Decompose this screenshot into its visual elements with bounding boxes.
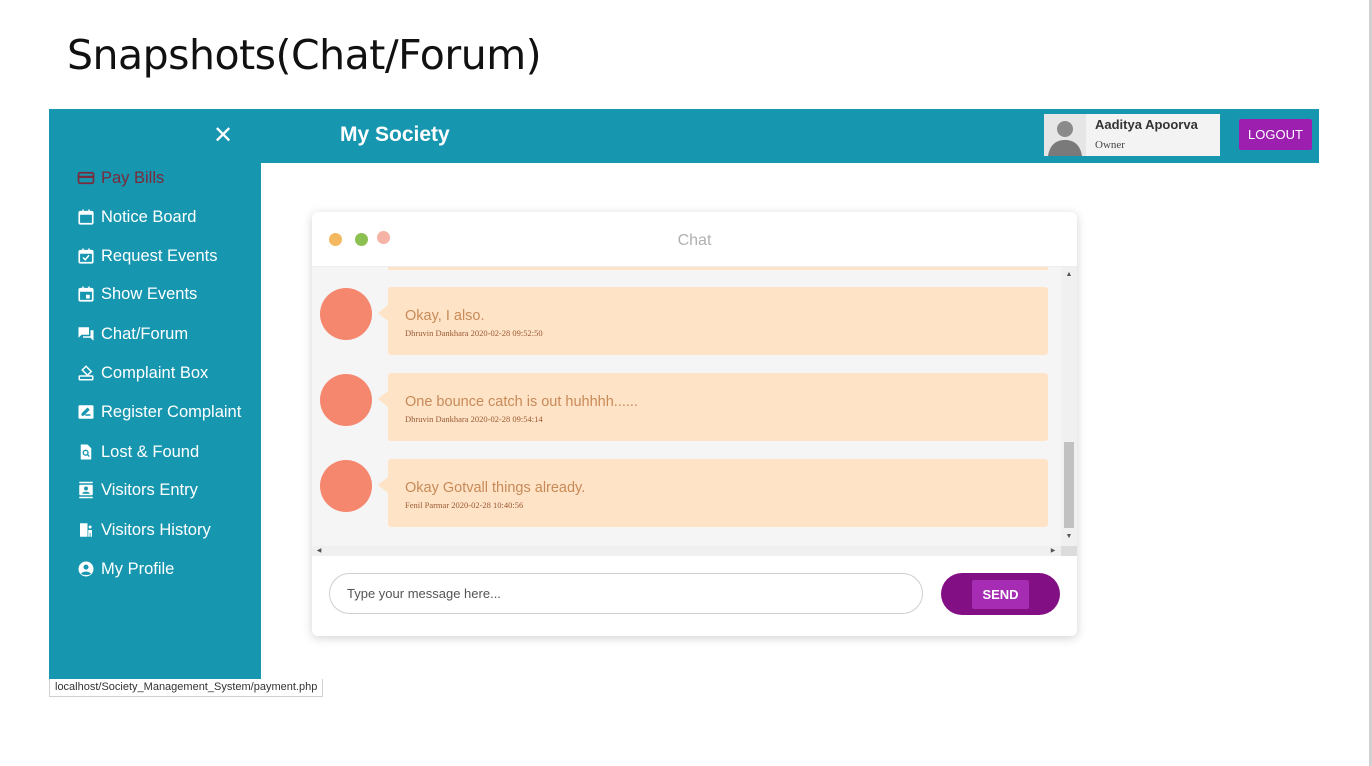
message-meta: Fenil Parmar 2020-02-28 10:40:56 bbox=[405, 500, 524, 510]
scrollbar-corner bbox=[1061, 546, 1077, 556]
account-circle-icon bbox=[77, 560, 95, 578]
sidebar-item-lost-found[interactable]: Lost & Found bbox=[77, 440, 199, 464]
sidebar-item-visitors-history[interactable]: Visitors History bbox=[77, 518, 211, 542]
clipboard-hand-icon bbox=[77, 364, 95, 382]
message-bubble: One bounce catch is out huhhhh...... Dhr… bbox=[378, 373, 1048, 441]
user-card: Aaditya Apoorva Owner bbox=[1044, 114, 1220, 156]
user-name: Aaditya Apoorva bbox=[1095, 117, 1198, 132]
sidebar: Pay Bills Notice Board Request Events Sh… bbox=[49, 163, 261, 679]
door-person-icon bbox=[77, 521, 95, 539]
sidebar-item-notice-board[interactable]: Notice Board bbox=[77, 205, 196, 229]
calendar-check-icon bbox=[77, 247, 95, 265]
message-bubble: Okay, I also. Dhruvin Dankhara 2020-02-2… bbox=[378, 287, 1048, 355]
message-avatar bbox=[320, 460, 372, 512]
sidebar-item-my-profile[interactable]: My Profile bbox=[77, 557, 174, 581]
horizontal-scrollbar[interactable]: ◀ ▶ bbox=[312, 546, 1061, 556]
sidebar-item-label: Notice Board bbox=[101, 207, 197, 226]
sidebar-item-label: My Profile bbox=[101, 559, 175, 578]
message-bubble: Okay Gotvall things already. Fenil Parma… bbox=[378, 459, 1048, 527]
scroll-down-arrow-icon[interactable]: ▼ bbox=[1061, 531, 1077, 543]
chat-panel: Chat Okay, I also. Dhruvin Dankhara 2020… bbox=[312, 212, 1077, 636]
calendar-icon bbox=[77, 208, 95, 226]
brand-title: My Society bbox=[340, 123, 450, 146]
sidebar-item-complaint-box[interactable]: Complaint Box bbox=[77, 361, 208, 385]
user-role: Owner bbox=[1095, 139, 1125, 151]
forum-icon bbox=[77, 325, 95, 343]
scroll-up-arrow-icon[interactable]: ▲ bbox=[1061, 269, 1077, 281]
sidebar-item-show-events[interactable]: Show Events bbox=[77, 282, 197, 306]
sidebar-item-request-events[interactable]: Request Events bbox=[77, 244, 217, 268]
message-avatar bbox=[320, 288, 372, 340]
sidebar-item-register-complaint[interactable]: Register Complaint bbox=[77, 400, 241, 424]
sidebar-item-label: Register Complaint bbox=[101, 402, 242, 421]
sidebar-item-label: Chat/Forum bbox=[101, 324, 189, 343]
scrollbar-thumb[interactable] bbox=[1064, 442, 1074, 528]
top-navbar: ✕ My Society Aaditya Apoorva Owner LOGOU… bbox=[49, 109, 1319, 163]
sidebar-item-label: Show Events bbox=[101, 284, 198, 303]
message-list[interactable]: Okay, I also. Dhruvin Dankhara 2020-02-2… bbox=[312, 267, 1061, 546]
message-meta: Dhruvin Dankhara 2020-02-28 09:54:14 bbox=[405, 414, 543, 424]
message-avatar bbox=[320, 374, 372, 426]
sidebar-item-label: Lost & Found bbox=[101, 442, 200, 461]
sidebar-item-chat-forum[interactable]: Chat/Forum bbox=[77, 322, 188, 346]
sidebar-item-label: Visitors History bbox=[101, 520, 211, 539]
status-bar-url: localhost/Society_Management_System/paym… bbox=[49, 679, 324, 697]
vertical-scrollbar[interactable]: ▲ ▼ bbox=[1061, 267, 1077, 546]
credit-card-icon bbox=[77, 169, 95, 187]
calendar-event-icon bbox=[77, 285, 95, 303]
slide-title: Snapshots(Chat/Forum) bbox=[67, 31, 542, 79]
sidebar-item-label: Pay Bills bbox=[101, 168, 165, 187]
message-text: One bounce catch is out huhhhh...... bbox=[405, 394, 638, 410]
message-text: Okay, I also. bbox=[405, 308, 485, 324]
message-bubble-partial bbox=[388, 267, 1048, 270]
message-input[interactable] bbox=[329, 573, 923, 614]
logout-button[interactable]: LOGOUT bbox=[1239, 119, 1312, 150]
avatar bbox=[1044, 114, 1086, 156]
contact-card-icon bbox=[77, 481, 95, 499]
sidebar-item-pay-bills[interactable]: Pay Bills bbox=[77, 166, 164, 190]
edit-note-icon bbox=[77, 403, 95, 421]
app-window: ✕ My Society Aaditya Apoorva Owner LOGOU… bbox=[49, 109, 1319, 679]
close-icon[interactable]: ✕ bbox=[213, 124, 233, 148]
search-document-icon bbox=[77, 443, 95, 461]
sidebar-item-visitors-entry[interactable]: Visitors Entry bbox=[77, 478, 198, 502]
send-button-wrapper[interactable]: SEND bbox=[941, 573, 1060, 615]
message-meta: Dhruvin Dankhara 2020-02-28 09:52:50 bbox=[405, 328, 543, 338]
scroll-left-arrow-icon[interactable]: ◀ bbox=[314, 546, 324, 556]
chat-title: Chat bbox=[677, 232, 712, 249]
sidebar-item-label: Complaint Box bbox=[101, 363, 209, 382]
message-text: Okay Gotvall things already. bbox=[405, 480, 586, 496]
send-button[interactable]: SEND bbox=[972, 580, 1029, 609]
sidebar-item-label: Visitors Entry bbox=[101, 480, 198, 499]
scroll-right-arrow-icon[interactable]: ▶ bbox=[1048, 546, 1058, 556]
sidebar-item-label: Request Events bbox=[101, 246, 218, 265]
